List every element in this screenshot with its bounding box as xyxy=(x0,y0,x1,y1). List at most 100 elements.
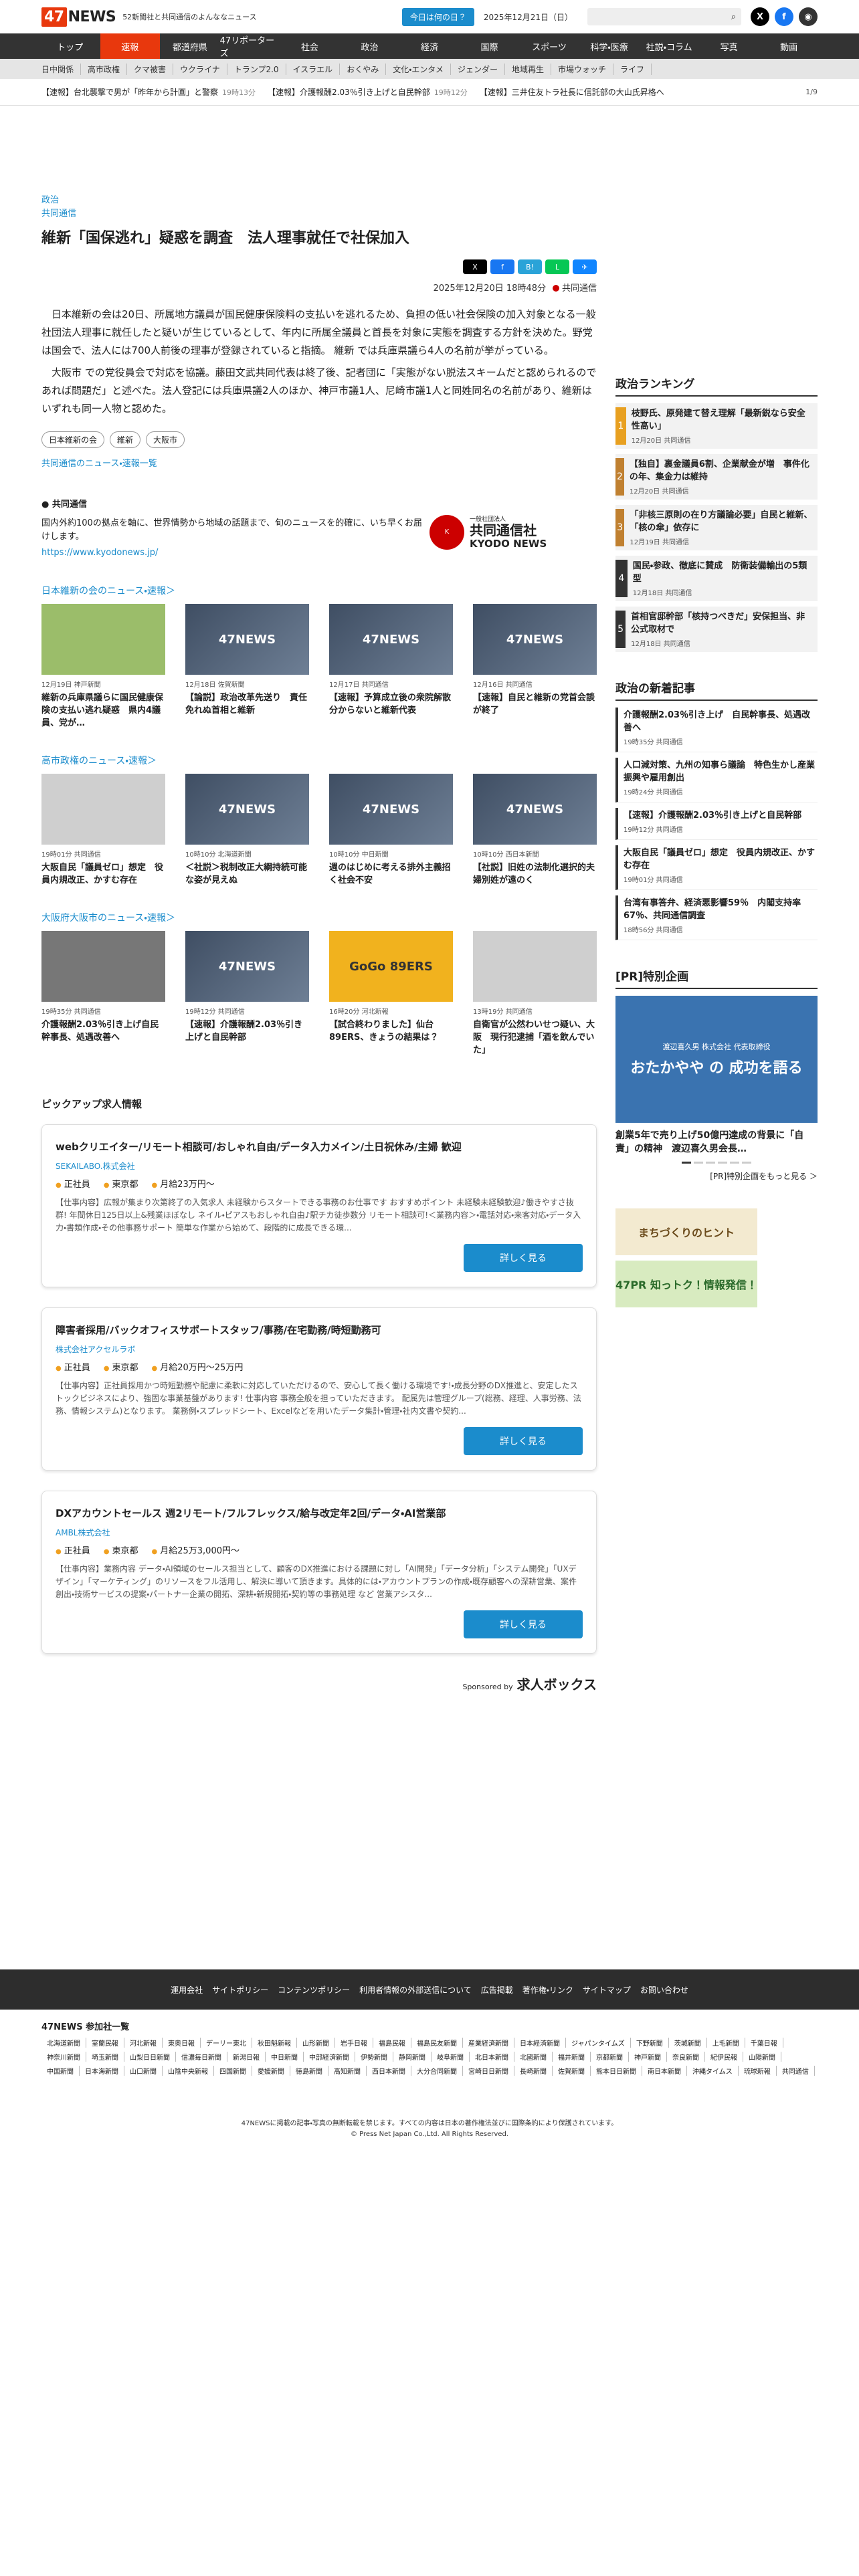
member-link[interactable]: 高知新聞 xyxy=(328,2066,367,2076)
section-title[interactable]: 日本維新の会のニュース・速報＞ xyxy=(41,584,597,597)
member-link[interactable]: 南日本新聞 xyxy=(642,2066,687,2076)
newest-item[interactable]: 大阪自民「議員ゼロ」想定 役員内規改正、かすむ存在 19時01分 共同通信 xyxy=(615,845,818,890)
footer-link[interactable]: サイトポリシー xyxy=(212,1984,268,1996)
footer-link[interactable]: 利用者情報の外部送信について xyxy=(359,1984,472,1996)
nav-item[interactable]: 動画 xyxy=(759,33,819,59)
news-card[interactable]: 47NEWS 10時10分 西日本新聞 【社説】旧姓の法制化選択的夫婦別姓が遠のく xyxy=(473,774,597,887)
member-link[interactable]: 福島民報 xyxy=(373,2038,411,2048)
pr-caption[interactable]: 創業5年で売り上げ50億円達成の背景に「自責」の精神 渡辺喜久男会長… xyxy=(615,1128,818,1155)
nav-item[interactable]: 社会 xyxy=(280,33,340,59)
member-link[interactable]: 紀伊民報 xyxy=(705,2052,743,2062)
news-title[interactable]: ＜社説＞税制改正大綱持続可能な姿が見えぬ xyxy=(185,861,309,887)
share-facebook-icon[interactable]: f xyxy=(490,259,514,274)
github-icon[interactable]: ◉ xyxy=(799,7,818,26)
section-title[interactable]: 大阪府大阪市のニュース・速報＞ xyxy=(41,911,597,924)
news-card[interactable]: 47NEWS 10時10分 中日新聞 週のはじめに考える排外主義招く社会不安 xyxy=(329,774,453,887)
member-link[interactable]: 信濃毎日新聞 xyxy=(176,2052,227,2062)
tag-chip[interactable]: 大阪市 xyxy=(146,431,185,448)
footer-link[interactable]: 著作権・リンク xyxy=(522,1984,573,1996)
member-link[interactable]: 山陰中央新報 xyxy=(163,2066,214,2076)
subnav-item[interactable]: 市場ウォッチ xyxy=(551,63,613,75)
x-icon[interactable]: X xyxy=(751,7,769,26)
nav-item[interactable]: 写真 xyxy=(699,33,759,59)
news-title[interactable]: 大阪自民「議員ゼロ」想定 役員内規改正、かすむ存在 xyxy=(41,861,165,887)
news-title[interactable]: 【速報】介護報酬2.03％引き上げと自民幹部 xyxy=(185,1018,309,1044)
share-line-icon[interactable]: L xyxy=(545,259,569,274)
job-title[interactable]: webクリエイター/リモート相談可/おしゃれ自由/データ入力メイン/土日祝休み/… xyxy=(56,1140,583,1154)
nav-item[interactable]: 速報 xyxy=(100,33,161,59)
member-link[interactable]: 熊本日日新聞 xyxy=(591,2066,642,2076)
footer-link[interactable]: コンテンツポリシー xyxy=(278,1984,350,1996)
job-title[interactable]: 障害者採用/バックオフィスサポートスタッフ/事務/在宅勤務/時短勤務可 xyxy=(56,1323,583,1337)
member-link[interactable]: 北海道新聞 xyxy=(41,2038,86,2048)
news-card[interactable]: 19時01分 共同通信 大阪自民「議員ゼロ」想定 役員内規改正、かすむ存在 xyxy=(41,774,165,887)
member-link[interactable]: 岩手日報 xyxy=(335,2038,373,2048)
news-title[interactable]: 介護報酬2.03％引き上げ自民幹事長、処遇改善へ xyxy=(41,1018,165,1044)
member-link[interactable]: 秋田魁新報 xyxy=(252,2038,297,2048)
nav-item[interactable]: 政治 xyxy=(340,33,400,59)
tag-chip[interactable]: 日本維新の会 xyxy=(41,431,105,448)
carousel-dots[interactable] xyxy=(615,1162,818,1164)
subnav-item[interactable]: 文化・エンタメ xyxy=(386,63,451,75)
newest-title-text[interactable]: 【速報】介護報酬2.03％引き上げと自民幹部 xyxy=(624,809,818,822)
tag-chip[interactable]: 維新 xyxy=(110,431,141,448)
ranking-title-text[interactable]: 国民・参政、徹底に賛成 防衛装備輸出の5類型 xyxy=(633,560,814,585)
member-link[interactable]: 山梨日日新聞 xyxy=(124,2052,176,2062)
member-link[interactable]: 神奈川新聞 xyxy=(41,2052,86,2062)
subnav-item[interactable]: クマ被害 xyxy=(127,63,174,75)
search-input[interactable]: ⌕ xyxy=(587,8,741,25)
member-link[interactable]: デーリー東北 xyxy=(201,2038,252,2048)
ranking-title-text[interactable]: 「非核三原則の在り方議論必要」自民と維新、「核の傘」依存に xyxy=(630,509,814,534)
ranking-title-text[interactable]: 枝野氏、原発建て替え理解「最新鋭なら安全性高い」 xyxy=(632,407,814,433)
article-category[interactable]: 政治 xyxy=(41,194,597,207)
member-link[interactable]: 中日新聞 xyxy=(266,2052,304,2062)
member-link[interactable]: 下野新聞 xyxy=(631,2038,669,2048)
newest-item[interactable]: 人口減対策、九州の知事ら議論 特色生かし産業振興や雇用創出 19時24分 共同通信 xyxy=(615,758,818,802)
member-link[interactable]: 佐賀新聞 xyxy=(553,2066,591,2076)
ticker-pager[interactable]: 1/9 xyxy=(805,88,818,96)
member-link[interactable]: 共同通信 xyxy=(777,2066,815,2076)
pr-more-link[interactable]: [PR]特別企画をもっと見る ＞ xyxy=(615,1170,818,1182)
nav-item[interactable]: 科学・医療 xyxy=(579,33,640,59)
member-link[interactable]: 長崎新聞 xyxy=(514,2066,553,2076)
newest-item[interactable]: 【速報】介護報酬2.03％引き上げと自民幹部 19時12分 共同通信 xyxy=(615,808,818,840)
ad-banner[interactable]: 47PR 知っトク！情報発信！ xyxy=(615,1261,757,1307)
site-logo[interactable]: 47 NEWS xyxy=(41,7,116,27)
job-company[interactable]: AMBL株式会社 xyxy=(56,1527,583,1538)
pr-banner[interactable]: 渡辺喜久男 株式会社 代表取締役 おたかやや の 成功を語る xyxy=(615,996,818,1123)
today-button[interactable]: 今日は何の日？ xyxy=(401,7,474,26)
member-link[interactable]: 上毛新聞 xyxy=(707,2038,745,2048)
ticker-item[interactable]: 【速報】介護報酬2.03％引き上げと自民幹部 19時12分 xyxy=(268,86,468,98)
member-link[interactable]: 宮崎日日新聞 xyxy=(463,2066,514,2076)
nav-item[interactable]: 社説・コラム xyxy=(639,33,699,59)
member-link[interactable]: 奈良新聞 xyxy=(667,2052,705,2062)
member-link[interactable]: 北國新聞 xyxy=(514,2052,553,2062)
news-card[interactable]: GoGo 89ERS 16時20分 河北新報 【試合終わりました】仙台89ERS、き… xyxy=(329,931,453,1057)
ad-banner[interactable]: まちづくりのヒント xyxy=(615,1208,757,1255)
share-x-icon[interactable]: X xyxy=(463,259,487,274)
news-title[interactable]: 【論説】政治改革先送り 責任免れぬ首相と維新 xyxy=(185,691,309,717)
footer-link[interactable]: お問い合わせ xyxy=(640,1984,688,1996)
news-card[interactable]: 13時19分 共同通信 自衛官が公然わいせつ疑い、大阪 現行犯逮捕「酒を飲んでいた… xyxy=(473,931,597,1057)
member-link[interactable]: 茨城新聞 xyxy=(669,2038,707,2048)
member-link[interactable]: 埼玉新聞 xyxy=(86,2052,124,2062)
member-link[interactable]: 山口新聞 xyxy=(124,2066,163,2076)
source-news-list-link[interactable]: 共同通信のニュース・速報一覧 xyxy=(41,456,597,469)
member-link[interactable]: 千葉日報 xyxy=(745,2038,783,2048)
ranking-item[interactable]: 5 首相官邸幹部「核持つべきだ」安保担当、非公式取材で 12月18日 共同通信 xyxy=(615,607,818,652)
member-link[interactable]: 日本海新聞 xyxy=(80,2066,124,2076)
member-link[interactable]: 静岡新聞 xyxy=(393,2052,432,2062)
job-title[interactable]: DXアカウントセールス 週2リモート/フルフレックス/給与改定年2回/データ・A… xyxy=(56,1506,583,1520)
news-card[interactable]: 47NEWS 10時10分 北海道新聞 ＜社説＞税制改正大綱持続可能な姿が見えぬ xyxy=(185,774,309,887)
member-link[interactable]: 京都新聞 xyxy=(591,2052,629,2062)
member-link[interactable]: 日本経済新聞 xyxy=(514,2038,566,2048)
article-source-link[interactable]: 共同通信 xyxy=(41,207,597,221)
subnav-item[interactable]: ライフ xyxy=(613,63,652,75)
newest-item[interactable]: 介護報酬2.03％引き上げ 自民幹事長、処遇改善へ 19時35分 共同通信 xyxy=(615,708,818,752)
subnav-item[interactable]: ジェンダー xyxy=(451,63,505,75)
news-card[interactable]: 19時35分 共同通信 介護報酬2.03％引き上げ自民幹事長、処遇改善へ xyxy=(41,931,165,1057)
source-url[interactable]: https://www.kyodonews.jp/ xyxy=(41,546,430,560)
subnav-item[interactable]: イスラエル xyxy=(286,63,341,75)
member-link[interactable]: 室蘭民報 xyxy=(86,2038,124,2048)
member-link[interactable]: 伊勢新聞 xyxy=(355,2052,393,2062)
